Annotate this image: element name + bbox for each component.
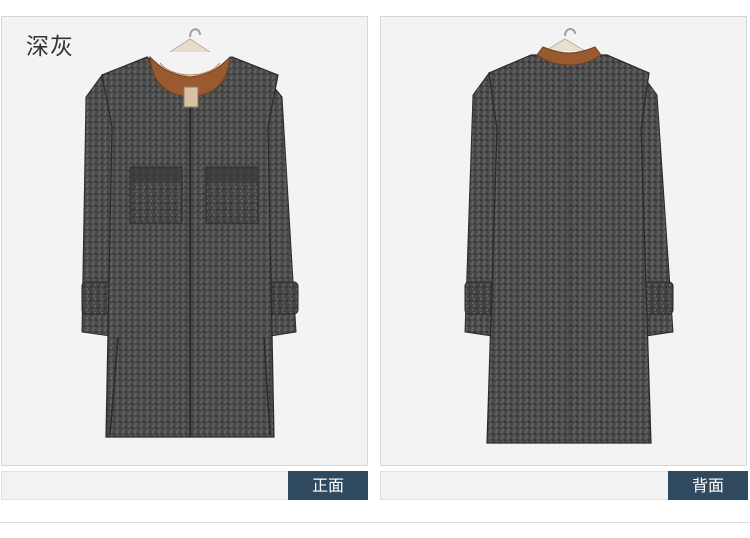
divider-line — [0, 522, 750, 523]
front-view-panel: 深灰 — [1, 16, 368, 466]
front-coat-image — [81, 28, 299, 438]
back-view-panel — [380, 16, 747, 466]
back-coat-image — [464, 28, 674, 444]
color-name: 深灰 — [26, 34, 74, 60]
front-view-label: 正面 — [288, 471, 368, 500]
back-view-label: 背面 — [668, 471, 748, 500]
product-color-detail: 深灰 正面 背面 — [0, 0, 750, 538]
